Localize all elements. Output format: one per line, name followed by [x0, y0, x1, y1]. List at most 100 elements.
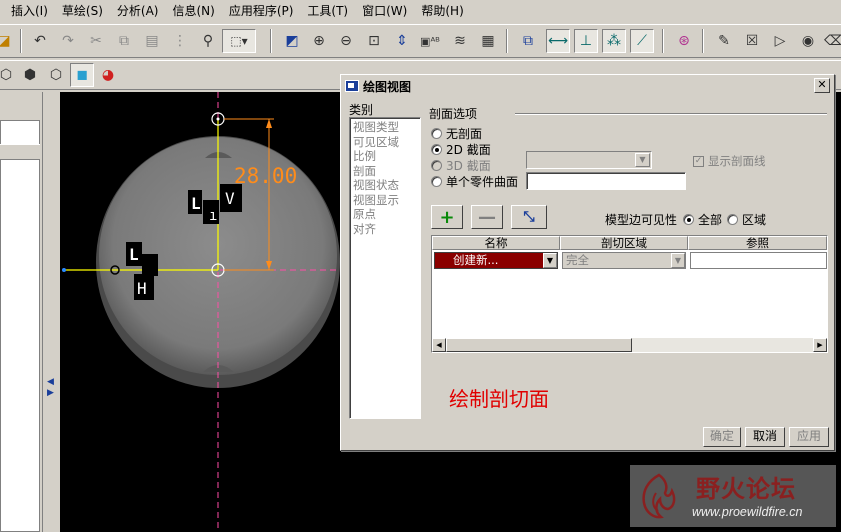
radio-visibility-region[interactable] [727, 214, 738, 225]
category-origin[interactable]: 原点 [353, 207, 417, 222]
copy-icon[interactable]: ⧉ [112, 29, 136, 53]
show-icon[interactable]: ◉ [796, 29, 820, 53]
option-no-section-label: 无剖面 [446, 127, 483, 141]
menu-tools[interactable]: 工具(T) [300, 1, 355, 21]
dimension-value[interactable]: 28.00 [234, 164, 297, 188]
scroll-right-icon[interactable]: ▶ [813, 338, 827, 352]
column-header-reference[interactable]: 参照 [688, 236, 827, 250]
select-box-icon[interactable]: ⬚▾ [222, 29, 256, 53]
close-icon[interactable]: ✕ [814, 78, 830, 93]
category-label: 类别 [349, 103, 374, 117]
cut-icon[interactable]: ✂ [84, 29, 108, 53]
delete-icon[interactable]: ☒ [740, 29, 764, 53]
menu-info[interactable]: 信息(N) [165, 1, 221, 21]
orient-icon[interactable]: ⇕ [390, 29, 414, 53]
option-2d-section[interactable]: 2D 截面 [431, 141, 491, 158]
model-tree-header [0, 144, 40, 160]
forum-watermark: 野火论坛 www.proewildfire.cn [630, 465, 836, 527]
category-visible-area[interactable]: 可见区域 [353, 135, 417, 150]
radio-no-section[interactable] [431, 128, 442, 139]
edit-icon[interactable]: ✎ [712, 29, 736, 53]
table-body: 创建新... ▼ 完全 ▼ [432, 250, 827, 338]
appearance-icon[interactable]: ◕ [96, 63, 120, 87]
category-sections[interactable]: 剖面 [353, 164, 417, 179]
visibility-all-option[interactable]: 全部 [683, 211, 722, 228]
option-no-section[interactable]: 无剖面 [431, 125, 482, 142]
menu-insert[interactable]: 插入(I) [4, 1, 55, 21]
visibility-region-option[interactable]: 区域 [727, 211, 766, 228]
category-alignment[interactable]: 对齐 [353, 222, 417, 237]
category-view-states[interactable]: 视图状态 [353, 178, 417, 193]
find-icon[interactable]: ⚲ [196, 29, 220, 53]
option-3d-section: 3D 截面 [431, 157, 491, 174]
table-row[interactable]: 创建新... ▼ 完全 ▼ [432, 251, 827, 269]
category-view-display[interactable]: 视图显示 [353, 193, 417, 208]
category-scale[interactable]: 比例 [353, 149, 417, 164]
flip-section-button[interactable]: ⤡ [511, 205, 547, 229]
hidden-line-icon[interactable]: ⬢ [18, 63, 42, 87]
radio-single-part-surface[interactable] [431, 176, 442, 187]
shading-icon[interactable]: ◼ [70, 63, 94, 87]
table-header: 名称 剖切区域 参照 [432, 236, 827, 250]
refit-icon[interactable]: ⊡ [362, 29, 386, 53]
relations-icon[interactable]: ⧉ [516, 29, 540, 53]
layers-icon[interactable]: ≋ [448, 29, 472, 53]
redo-icon[interactable]: ↷ [56, 29, 80, 53]
label-h: H [137, 279, 147, 298]
erase-icon[interactable]: ⌫ [822, 29, 841, 53]
paste-special-icon[interactable]: ⋮ [168, 29, 192, 53]
scroll-left-icon[interactable]: ◀ [432, 338, 446, 352]
column-header-name[interactable]: 名称 [432, 236, 560, 250]
remove-section-button[interactable]: — [471, 205, 503, 229]
part-surface-field[interactable] [526, 172, 686, 190]
3d-section-dropdown: ▼ [526, 151, 652, 169]
left-point-dot [62, 268, 66, 272]
option-single-part-surface[interactable]: 单个零件曲面 [431, 173, 518, 190]
expand-arrow-icon[interactable]: ▶ [47, 388, 54, 398]
table-horizontal-scrollbar[interactable]: ◀ ▶ [432, 338, 827, 352]
panel-sash[interactable]: ◀ ▶ [42, 92, 60, 532]
radio-2d-section[interactable] [431, 144, 442, 155]
repaint-icon[interactable]: ◩ [280, 29, 304, 53]
no-hidden-icon[interactable]: ⬡ [44, 63, 68, 87]
paste-icon[interactable]: ▤ [140, 29, 164, 53]
section-name-dropdown[interactable]: 创建新... ▼ [434, 252, 558, 269]
zoom-in-icon[interactable]: ⊕ [307, 29, 331, 53]
zoom-out-icon[interactable]: ⊖ [334, 29, 358, 53]
column-header-cut-region[interactable]: 剖切区域 [560, 236, 688, 250]
reference-cell[interactable] [690, 252, 827, 269]
collapse-arrow-icon[interactable]: ◀ [47, 377, 54, 387]
datum-axes-icon[interactable]: ⊥ [574, 29, 598, 53]
cancel-button[interactable]: 取消 [745, 427, 785, 447]
category-list[interactable]: 视图类型 可见区域 比例 剖面 视图状态 视图显示 原点 对齐 [349, 117, 421, 419]
model-tree-panel [0, 92, 44, 532]
datum-points-icon[interactable]: ⁂ [602, 29, 626, 53]
ok-button[interactable]: 确定 [703, 427, 741, 447]
model-tree[interactable] [0, 120, 40, 532]
sketch-icon[interactable]: ◪ [0, 29, 16, 53]
radio-visibility-all[interactable] [683, 214, 694, 225]
dialog-title-bar[interactable]: 绘图视图 ✕ [343, 77, 832, 95]
dialog-title: 绘图视图 [363, 79, 412, 94]
apply-button[interactable]: 应用 [789, 427, 829, 447]
undo-icon[interactable]: ↶ [28, 29, 52, 53]
toolbar-separator [20, 29, 22, 53]
properties-icon[interactable]: ▷ [768, 29, 792, 53]
menu-help[interactable]: 帮助(H) [414, 1, 470, 21]
menu-analysis[interactable]: 分析(A) [110, 1, 166, 21]
chevron-down-icon[interactable]: ▼ [543, 253, 557, 268]
menu-sketch[interactable]: 草绘(S) [55, 1, 110, 21]
menu-applications[interactable]: 应用程序(P) [222, 1, 301, 21]
visibility-all-label: 全部 [698, 213, 723, 227]
named-view-icon[interactable]: ▣ᴬᴮ [418, 29, 442, 53]
section-name-value: 创建新... [453, 253, 499, 267]
add-section-button[interactable]: + [431, 205, 463, 229]
coordinate-systems-icon[interactable]: ⟋ [630, 29, 654, 53]
view-manager-icon[interactable]: ▦ [476, 29, 500, 53]
menu-window[interactable]: 窗口(W) [355, 1, 414, 21]
spin-center-icon[interactable]: ⊛ [672, 29, 696, 53]
wireframe-icon[interactable]: ⬡ [0, 63, 18, 87]
category-view-type[interactable]: 视图类型 [353, 120, 417, 135]
datum-planes-icon[interactable]: ⟷ [546, 29, 570, 53]
scroll-thumb[interactable] [446, 338, 632, 352]
